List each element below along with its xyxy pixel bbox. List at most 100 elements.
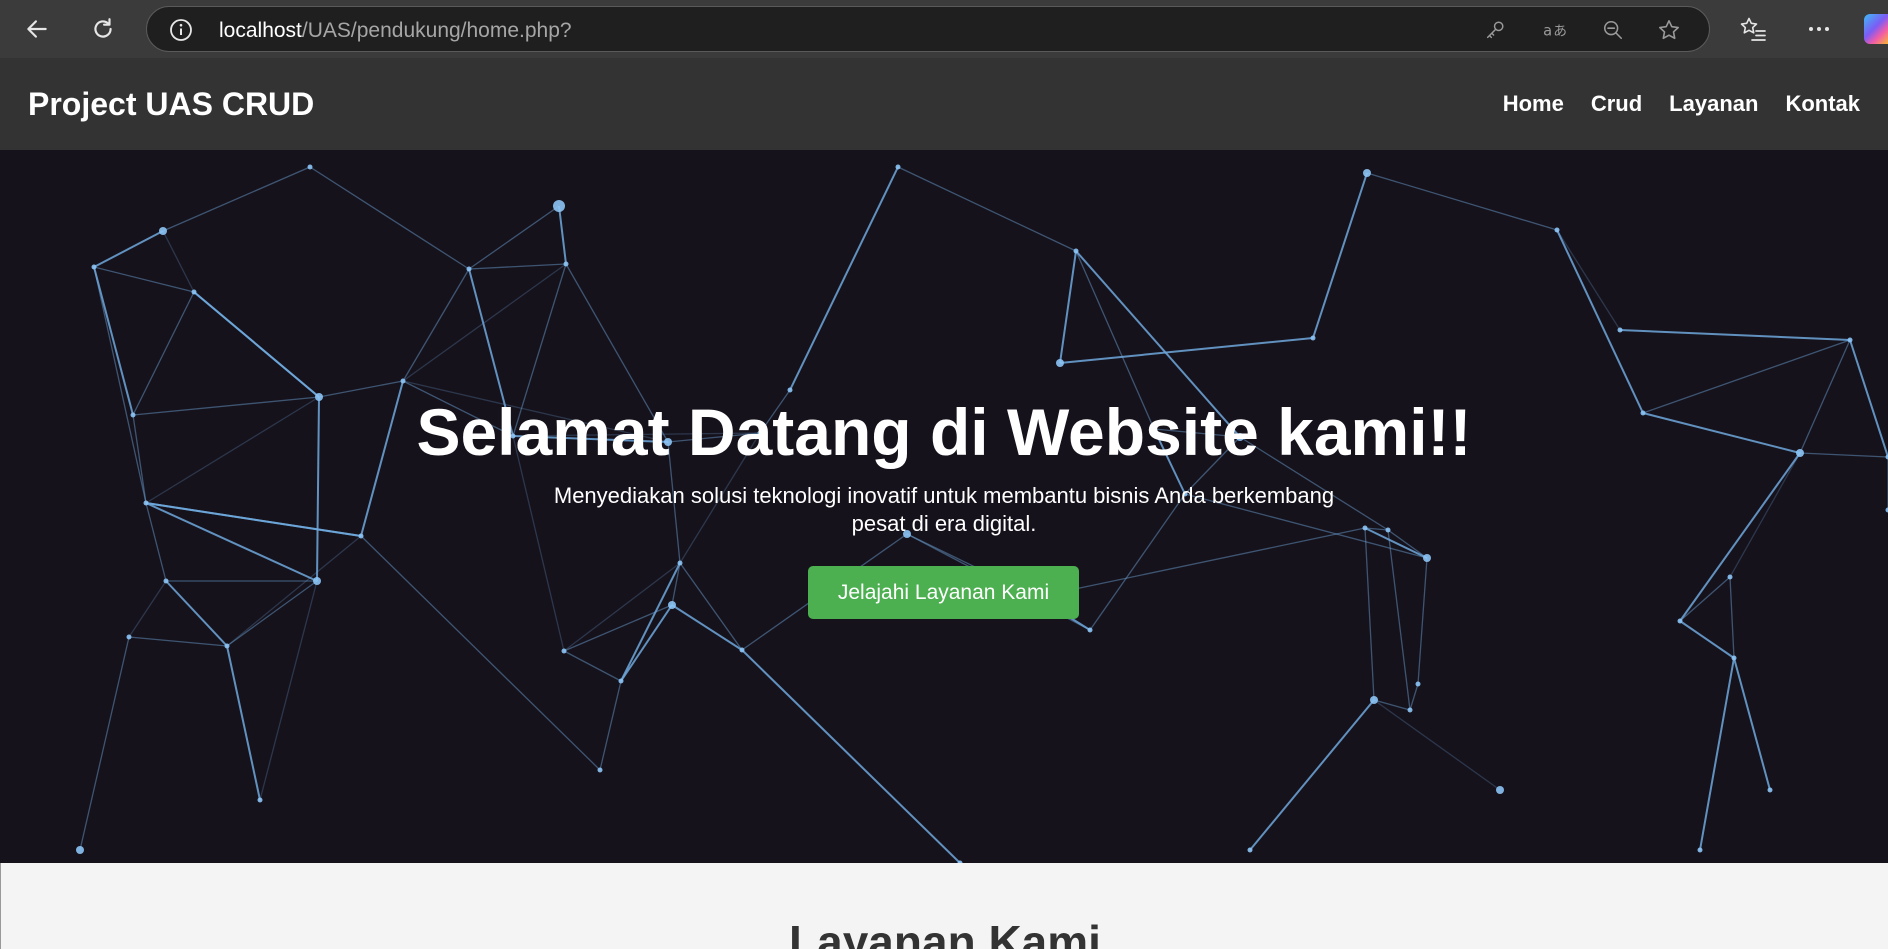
network-line (468, 205, 560, 270)
network-node (358, 533, 364, 539)
network-node (143, 500, 149, 506)
network-node (597, 767, 603, 773)
network-line (1364, 527, 1375, 701)
more-icon[interactable] (1804, 14, 1834, 44)
network-line (1409, 683, 1419, 711)
network-line (563, 650, 622, 682)
network-line (1249, 699, 1375, 851)
network-line (1036, 527, 1366, 598)
network-line (93, 266, 195, 293)
url-path: /UAS/pendukung/home.php? (301, 19, 572, 42)
explore-services-button[interactable]: Jelajahi Layanan Kami (808, 566, 1079, 619)
favorite-star-icon[interactable] (1657, 18, 1681, 42)
network-line (1733, 657, 1771, 791)
network-line (1059, 250, 1077, 364)
network-node (313, 577, 321, 585)
nav-link-crud[interactable]: Crud (1591, 91, 1642, 117)
network-line (79, 636, 130, 851)
network-node (126, 634, 132, 640)
address-bar[interactable]: localhost/UAS/pendukung/home.php? aあ (146, 6, 1710, 52)
zoom-out-icon[interactable] (1601, 18, 1625, 42)
back-button[interactable] (18, 10, 56, 48)
network-node (1617, 327, 1623, 333)
network-line (145, 502, 318, 582)
refresh-button[interactable] (84, 10, 122, 48)
network-line (558, 205, 567, 265)
network-line (1387, 529, 1428, 559)
network-line (1366, 172, 1558, 231)
network-node (91, 264, 97, 270)
network-line (165, 580, 228, 647)
network-node (400, 378, 406, 384)
nav-link-home[interactable]: Home (1503, 91, 1564, 117)
network-line (162, 230, 195, 293)
url-host: localhost (219, 19, 302, 42)
network-node (677, 560, 683, 566)
translate-icon[interactable]: aあ (1541, 18, 1571, 42)
network-node (1056, 359, 1064, 367)
network-line (1679, 620, 1735, 659)
hero-section: Selamat Datang di Website kami!! Menyedi… (0, 150, 1888, 863)
back-icon (27, 20, 47, 38)
network-line (402, 268, 470, 382)
network-line (1059, 337, 1314, 364)
network-node (76, 846, 84, 854)
network-node (1087, 627, 1093, 633)
nav-link-layanan[interactable]: Layanan (1669, 91, 1758, 117)
hero-title: Selamat Datang di Website kami!! (416, 395, 1472, 469)
site-navbar: Project UAS CRUD Home Crud Layanan Konta… (0, 58, 1888, 150)
network-line (1679, 452, 1801, 622)
key-icon[interactable] (1483, 18, 1507, 42)
network-node (1247, 847, 1253, 853)
site-brand[interactable]: Project UAS CRUD (28, 86, 314, 123)
network-line (1364, 527, 1428, 559)
info-icon[interactable] (169, 18, 193, 42)
network-line (309, 166, 470, 270)
network-node (257, 797, 263, 803)
network-line (468, 263, 567, 270)
network-line (93, 230, 164, 268)
nav-link-kontak[interactable]: Kontak (1785, 91, 1860, 117)
network-line (1312, 172, 1368, 339)
favorites-list-icon[interactable] (1738, 14, 1768, 44)
network-line (897, 166, 1077, 252)
network-line (1373, 699, 1501, 791)
network-line (1556, 229, 1644, 414)
network-node (618, 678, 624, 684)
network-line (226, 645, 261, 801)
network-line (162, 166, 311, 232)
network-line (1619, 329, 1851, 341)
network-node (787, 387, 793, 393)
network-node (1363, 169, 1371, 177)
network-line (259, 580, 318, 801)
network-node (563, 261, 569, 267)
network-line (789, 166, 899, 391)
network-node (668, 601, 676, 609)
services-section: Layanan Kami (0, 863, 1888, 949)
copilot-icon[interactable] (1864, 14, 1888, 44)
network-node (561, 648, 567, 654)
network-line (1729, 576, 1735, 659)
network-node (1407, 707, 1413, 713)
network-node (1310, 335, 1316, 341)
network-node (1385, 527, 1391, 533)
network-line (226, 535, 362, 647)
network-node (466, 266, 472, 272)
network-line (1729, 452, 1801, 578)
network-node (1073, 248, 1079, 254)
network-node (1423, 554, 1431, 562)
network-node (1727, 574, 1733, 580)
network-node (553, 200, 565, 212)
network-line (1556, 229, 1621, 331)
nav-menu: Home Crud Layanan Kontak (1476, 91, 1860, 117)
network-node (895, 164, 901, 170)
network-line (128, 636, 228, 647)
network-node (1370, 696, 1378, 704)
url-text[interactable]: localhost/UAS/pendukung/home.php? (219, 19, 572, 43)
network-line (226, 580, 318, 647)
network-line (563, 562, 681, 652)
services-title: Layanan Kami (789, 916, 1101, 949)
network-line (741, 649, 961, 863)
browser-toolbar: localhost/UAS/pendukung/home.php? aあ (0, 0, 1888, 58)
network-line (128, 580, 167, 638)
